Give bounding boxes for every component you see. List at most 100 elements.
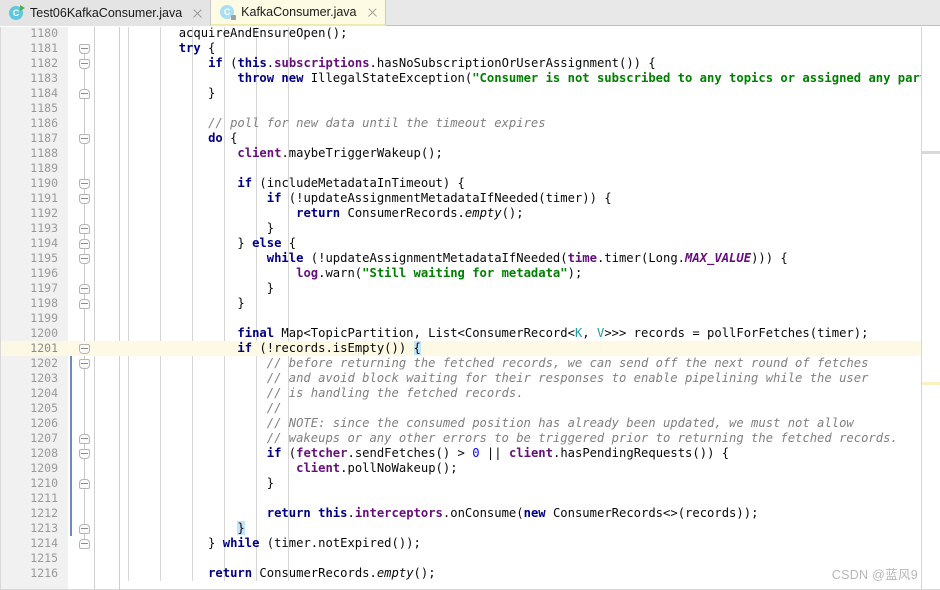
line-number: 1194 — [30, 236, 58, 250]
code-line[interactable]: 1187 do { — [0, 131, 940, 146]
line-number: 1210 — [30, 476, 58, 490]
code-text: if (!records.isEmpty()) { — [237, 341, 421, 355]
code-line[interactable]: 1210 } — [0, 476, 940, 491]
code-fold-toggle-icon[interactable] — [79, 539, 90, 549]
code-text: } else { — [120, 236, 297, 250]
line-number: 1196 — [30, 266, 58, 280]
code-text: if (this.subscriptions.hasNoSubscription… — [208, 56, 656, 70]
code-line[interactable]: 1185 — [0, 101, 940, 116]
code-fold-toggle-icon[interactable] — [79, 434, 90, 444]
line-number: 1180 — [30, 27, 58, 40]
tab-test06kafkaconsumer[interactable]: C Test06KafkaConsumer.java — [0, 0, 212, 26]
java-class-library-icon: C — [220, 4, 237, 20]
code-text: // NOTE: since the consumed position has… — [266, 416, 854, 430]
code-text: client.maybeTriggerWakeup(); — [237, 146, 443, 160]
line-number: 1199 — [30, 311, 58, 325]
code-text: return this.interceptors.onConsume(new C… — [266, 506, 759, 520]
code-text: try { — [178, 41, 216, 55]
code-fold-toggle-icon[interactable] — [79, 134, 90, 144]
code-line[interactable]: 1201 if (!records.isEmpty()) { — [0, 341, 940, 356]
line-number: 1185 — [30, 101, 58, 115]
line-number: 1207 — [30, 431, 58, 445]
code-line[interactable]: 1208 if (fetcher.sendFetches() > 0 || cl… — [0, 446, 940, 461]
code-fold-toggle-icon[interactable] — [79, 239, 90, 249]
code-line[interactable]: 1203 // and avoid block waiting for thei… — [0, 371, 940, 386]
code-fold-toggle-icon[interactable] — [79, 344, 90, 354]
code-line[interactable]: 1212 return this.interceptors.onConsume(… — [0, 506, 940, 521]
line-number: 1181 — [30, 41, 58, 55]
code-line[interactable]: 1199 — [0, 311, 940, 326]
line-number: 1206 — [30, 416, 58, 430]
code-text: // before returning the fetched records,… — [266, 356, 869, 370]
close-icon[interactable] — [366, 6, 379, 19]
code-line[interactable]: 1200 final Map<TopicPartition, List<Cons… — [0, 326, 940, 341]
code-text: while (!updateAssignmentMetadataIfNeeded… — [266, 251, 788, 265]
line-number: 1200 — [30, 326, 58, 340]
code-line[interactable]: 1204 // is handling the fetched records. — [0, 386, 940, 401]
code-fold-toggle-icon[interactable] — [79, 284, 90, 294]
line-number: 1201 — [30, 341, 58, 355]
code-fold-toggle-icon[interactable] — [79, 194, 90, 204]
code-fold-toggle-icon[interactable] — [79, 179, 90, 189]
code-line[interactable]: 1186 // poll for new data until the time… — [0, 116, 940, 131]
code-line[interactable]: 1189 — [0, 161, 940, 176]
line-number: 1204 — [30, 386, 58, 400]
scrollbar-marker[interactable] — [922, 381, 940, 385]
code-line[interactable]: 1195 while (!updateAssignmentMetadataIfN… — [0, 251, 940, 266]
code-fold-toggle-icon[interactable] — [79, 359, 90, 369]
line-number: 1182 — [30, 56, 58, 70]
code-line[interactable]: 1213 } — [0, 521, 940, 536]
code-line[interactable]: 1216 return ConsumerRecords.empty(); — [0, 566, 940, 581]
code-line[interactable]: 1209 client.pollNoWakeup(); — [0, 461, 940, 476]
code-fold-toggle-icon[interactable] — [79, 254, 90, 264]
code-fold-toggle-icon[interactable] — [79, 59, 90, 69]
code-line[interactable]: 1196 log.warn("Still waiting for metadat… — [0, 266, 940, 281]
code-fold-toggle-icon[interactable] — [79, 44, 90, 54]
editor-tab-bar: C Test06KafkaConsumer.java C KafkaConsum… — [0, 0, 940, 26]
line-number: 1212 — [30, 506, 58, 520]
code-text: } — [120, 296, 245, 310]
code-fold-toggle-icon[interactable] — [79, 479, 90, 489]
tab-label: Test06KafkaConsumer.java — [30, 6, 183, 20]
tab-kafkaconsumer[interactable]: C KafkaConsumer.java — [211, 0, 386, 26]
code-fold-toggle-icon[interactable] — [79, 89, 90, 99]
scrollbar-marker[interactable] — [922, 150, 940, 154]
line-number: 1208 — [30, 446, 58, 460]
code-text: do { — [208, 131, 238, 145]
code-line[interactable]: 1198 } — [0, 296, 940, 311]
code-line[interactable]: 1202 // before returning the fetched rec… — [0, 356, 940, 371]
code-line[interactable]: 1181 try { — [0, 41, 940, 56]
line-number: 1191 — [30, 191, 58, 205]
line-number: 1197 — [30, 281, 58, 295]
code-line[interactable]: 1191 if (!updateAssignmentMetadataIfNeed… — [0, 191, 940, 206]
code-line[interactable]: 1197 } — [0, 281, 940, 296]
code-line[interactable]: 1194 } else { — [0, 236, 940, 251]
code-text: } — [120, 476, 275, 490]
code-line[interactable]: 1214 } while (timer.notExpired()); — [0, 536, 940, 551]
code-fold-toggle-icon[interactable] — [79, 299, 90, 309]
code-fold-toggle-icon[interactable] — [79, 524, 90, 534]
code-line[interactable]: 1193 } — [0, 221, 940, 236]
code-line[interactable]: 1211 — [0, 491, 940, 506]
code-line[interactable]: 1206 // NOTE: since the consumed positio… — [0, 416, 940, 431]
code-line[interactable]: 1183 throw new IllegalStateException("Co… — [0, 71, 940, 86]
code-line[interactable]: 1215 — [0, 551, 940, 566]
line-number: 1215 — [30, 551, 58, 565]
code-line[interactable]: 1192 return ConsumerRecords.empty(); — [0, 206, 940, 221]
clipped-previous-line — [120, 27, 648, 34]
close-icon[interactable] — [191, 7, 204, 20]
line-number: 1198 — [30, 296, 58, 310]
code-text: // poll for new data until the timeout e… — [208, 116, 546, 130]
code-fold-toggle-icon[interactable] — [79, 224, 90, 234]
code-line[interactable]: 1190 if (includeMetadataInTimeout) { — [0, 176, 940, 191]
code-line[interactable]: 1205 // — [0, 401, 940, 416]
code-text: // — [266, 401, 282, 415]
code-editor[interactable]: 1180 acquireAndEnsureOpen(); 1181 try {11… — [0, 27, 940, 590]
code-text: } — [120, 281, 275, 295]
line-number: 1192 — [30, 206, 58, 220]
code-line[interactable]: 1182 if (this.subscriptions.hasNoSubscri… — [0, 56, 940, 71]
code-line[interactable]: 1188 client.maybeTriggerWakeup(); — [0, 146, 940, 161]
code-line[interactable]: 1207 // wakeups or any other errors to b… — [0, 431, 940, 446]
code-fold-toggle-icon[interactable] — [79, 449, 90, 459]
code-line[interactable]: 1184 } — [0, 86, 940, 101]
